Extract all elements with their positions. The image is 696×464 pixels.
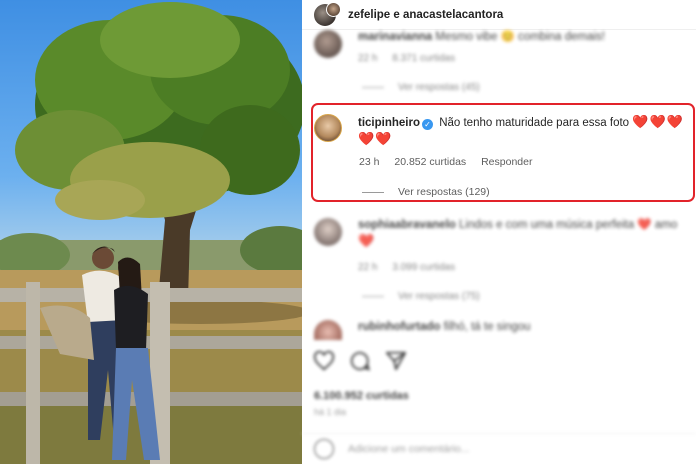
emoji-icon[interactable]: [314, 439, 334, 459]
comment-username[interactable]: ticipinheiro: [358, 117, 420, 129]
comment-meta: 23 h 20.852 curtidas Responder: [359, 156, 544, 168]
commenter-avatar[interactable]: [314, 114, 342, 142]
comment-time: 22 h: [358, 262, 378, 273]
comment-username[interactable]: rubinhofurtado: [358, 321, 440, 333]
post-author-names[interactable]: zefelipe e anacastelacantora: [348, 9, 503, 21]
comment-likes[interactable]: 20.852 curtidas: [394, 156, 466, 168]
view-replies[interactable]: Ver respostas (129): [362, 186, 490, 198]
commenter-avatar[interactable]: [314, 320, 342, 340]
author-avatar[interactable]: [314, 1, 341, 26]
comment-time: 22 h: [358, 53, 378, 64]
comment-text: Mesmo vibe 😊 combina demais!: [435, 31, 605, 43]
post-photo: [0, 0, 302, 464]
post-likes-count[interactable]: 6.100.952 curtidas: [314, 390, 409, 402]
commenter-avatar[interactable]: [314, 218, 342, 246]
comment-username[interactable]: sophiaabravanelo: [358, 219, 456, 231]
couple-by-tree-image: [0, 2, 302, 464]
comment-meta: 22 h 3.099 curtidas: [358, 262, 467, 273]
view-replies-label[interactable]: Ver respostas (75): [398, 291, 480, 302]
view-replies[interactable]: Ver respostas (45): [362, 82, 480, 93]
comment-body: ticipinheiro ✓ Não tenho maturidade para …: [358, 114, 688, 148]
comment-row: sophiaabravanelo Lindos e com uma música…: [314, 218, 688, 250]
heart-emojis: ❤️❤️: [358, 131, 393, 146]
comment-likes[interactable]: 8.371 curtidas: [392, 53, 455, 64]
comment-row: rubinhofurtado filhó, tá te singou: [314, 320, 531, 340]
view-replies[interactable]: Ver respostas (75): [362, 291, 480, 302]
comment-text: filhó, tá te singou: [443, 321, 531, 333]
post-actions: [313, 350, 407, 372]
comment-icon[interactable]: [349, 350, 371, 372]
heart-icon[interactable]: [313, 350, 335, 372]
heart-emoji: ❤️: [358, 233, 376, 248]
comment-likes[interactable]: 3.099 curtidas: [392, 262, 455, 273]
commenter-avatar[interactable]: [314, 30, 342, 58]
add-comment-input[interactable]: Adicione um comentário...: [348, 443, 469, 455]
view-replies-label[interactable]: Ver respostas (129): [398, 186, 490, 198]
comment-body: sophiaabravanelo Lindos e com uma música…: [358, 218, 688, 250]
comment-username[interactable]: marinavianna: [358, 31, 432, 43]
verified-badge-icon: ✓: [421, 119, 433, 130]
comment-body: rubinhofurtado filhó, tá te singou: [358, 320, 531, 340]
reply-button[interactable]: Responder: [481, 156, 532, 168]
share-icon[interactable]: [385, 350, 407, 372]
comment-row: ticipinheiro ✓ Não tenho maturidade para …: [314, 114, 688, 148]
post-header: zefelipe e anacastelacantora: [302, 0, 696, 30]
heart-emojis: ❤️❤️❤️: [632, 114, 684, 129]
comment-text: Não tenho maturidade para essa foto: [439, 117, 630, 129]
add-comment-bar: Adicione um comentário...: [302, 433, 696, 464]
view-replies-label[interactable]: Ver respostas (45): [398, 82, 480, 93]
comment-text: Lindos e com uma música perfeita ❤️ amo: [459, 219, 678, 231]
post-date: há 1 dia: [314, 407, 347, 417]
comment-meta: 22 h 8.371 curtidas: [358, 53, 467, 64]
comment-time: 23 h: [359, 156, 380, 168]
